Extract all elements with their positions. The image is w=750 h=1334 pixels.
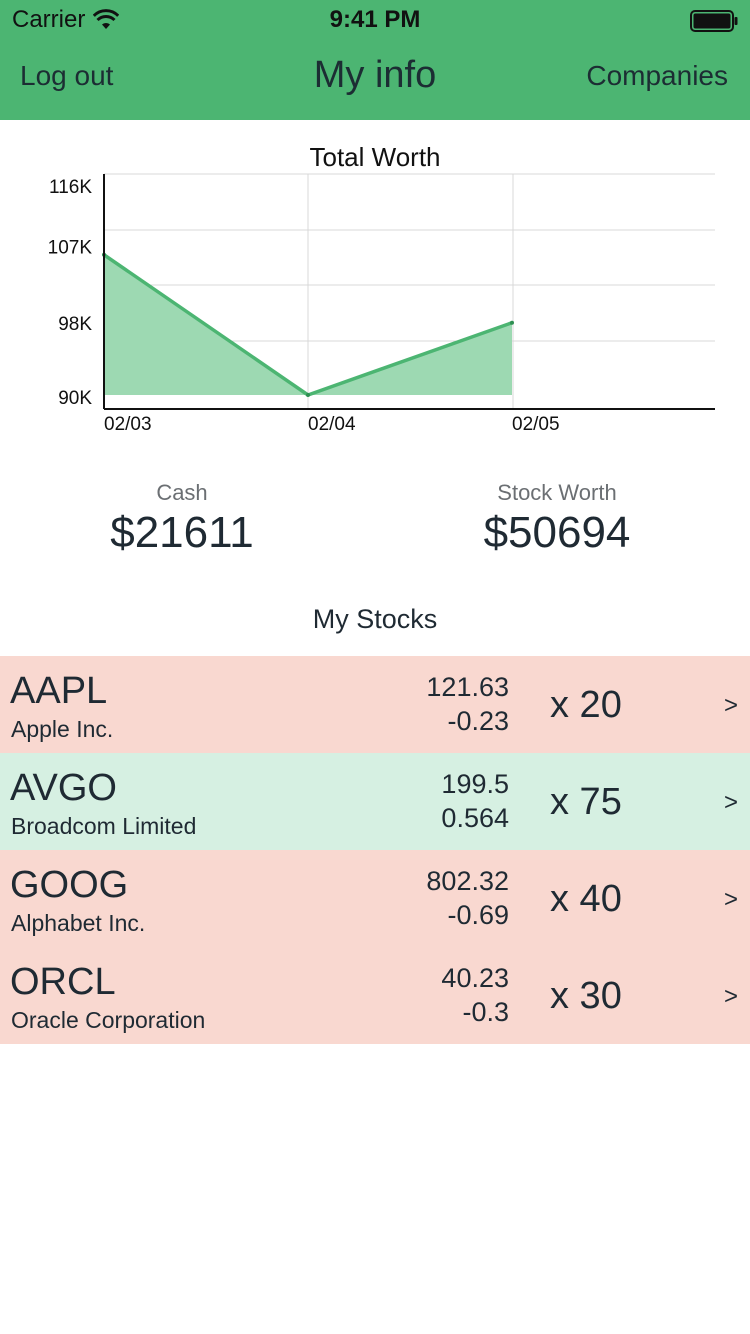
y-tick-label: 98K xyxy=(58,314,92,335)
x-tick-label: 02/04 xyxy=(308,414,356,435)
stock-company: Apple Inc. xyxy=(11,716,114,742)
stock-row-goog[interactable]: GOOG Alphabet Inc. 802.32 -0.69 x 40 > xyxy=(0,850,750,947)
stock-company: Alphabet Inc. xyxy=(11,910,146,936)
companies-button[interactable]: Companies xyxy=(586,60,728,92)
stock-change: -0.3 xyxy=(462,997,509,1027)
stock-company: Oracle Corporation xyxy=(11,1007,206,1033)
stock-change: 0.564 xyxy=(441,803,509,833)
stock-change: -0.69 xyxy=(447,900,509,930)
stock-ticker: AVGO xyxy=(10,767,117,809)
stock-ticker: ORCL xyxy=(10,961,116,1003)
x-tick-label: 02/05 xyxy=(512,414,560,435)
chevron-right-icon: > xyxy=(723,886,738,913)
stock-row-orcl[interactable]: ORCL Oracle Corporation 40.23 -0.3 x 30 … xyxy=(0,947,750,1044)
cash-summary: Cash $21611 xyxy=(32,480,332,558)
stock-worth-label: Stock Worth xyxy=(497,480,617,505)
status-time: 9:41 PM xyxy=(329,6,421,33)
stock-ticker: AAPL xyxy=(10,670,108,712)
stock-quantity: x 20 xyxy=(550,684,622,726)
stock-price: 121.63 xyxy=(426,672,509,702)
data-point xyxy=(510,320,514,325)
stock-quantity: x 75 xyxy=(550,781,622,823)
stock-list: AAPL Apple Inc. 121.63 -0.23 x 20 > AVGO… xyxy=(0,656,750,1044)
y-tick-label: 107K xyxy=(48,238,93,259)
x-tick-label: 02/03 xyxy=(104,414,152,435)
stock-price: 40.23 xyxy=(441,963,509,993)
status-bar: Carrier 9:41 PM xyxy=(0,0,750,40)
battery-icon xyxy=(690,10,738,32)
total-worth-chart: 116K 107K 98K 90K 02/03 02/04 02/05 Total Wort… xyxy=(0,120,750,450)
chevron-right-icon: > xyxy=(723,692,738,719)
nav-bar: Carrier 9:41 PM Log out My info Companie… xyxy=(0,0,750,120)
stock-quantity: x 40 xyxy=(550,878,622,920)
chevron-right-icon: > xyxy=(723,789,738,816)
stock-ticker: GOOG xyxy=(10,864,129,906)
stock-row-avgo[interactable]: AVGO Broadcom Limited 199.5 0.564 x 75 > xyxy=(0,753,750,850)
chart-title: Total Worth xyxy=(309,142,441,172)
data-point xyxy=(306,393,310,397)
stock-row-aapl[interactable]: AAPL Apple Inc. 121.63 -0.23 x 20 > xyxy=(0,656,750,753)
stock-quantity: x 30 xyxy=(550,975,622,1017)
stock-worth-summary: Stock Worth $50694 xyxy=(407,480,707,558)
stock-price: 802.32 xyxy=(426,866,509,896)
cash-label: Cash xyxy=(156,480,208,505)
stock-worth-value: $50694 xyxy=(483,508,631,557)
my-stocks-heading: My Stocks xyxy=(312,604,438,634)
account-summary: Cash $21611 Stock Worth $50694 xyxy=(0,480,750,570)
y-tick-label: 116K xyxy=(49,177,92,198)
stock-price: 199.5 xyxy=(441,769,509,799)
stock-company: Broadcom Limited xyxy=(11,813,197,839)
y-tick-label: 90K xyxy=(58,388,92,409)
cash-value: $21611 xyxy=(110,508,254,557)
stock-change: -0.23 xyxy=(447,706,509,736)
chevron-right-icon: > xyxy=(723,983,738,1010)
